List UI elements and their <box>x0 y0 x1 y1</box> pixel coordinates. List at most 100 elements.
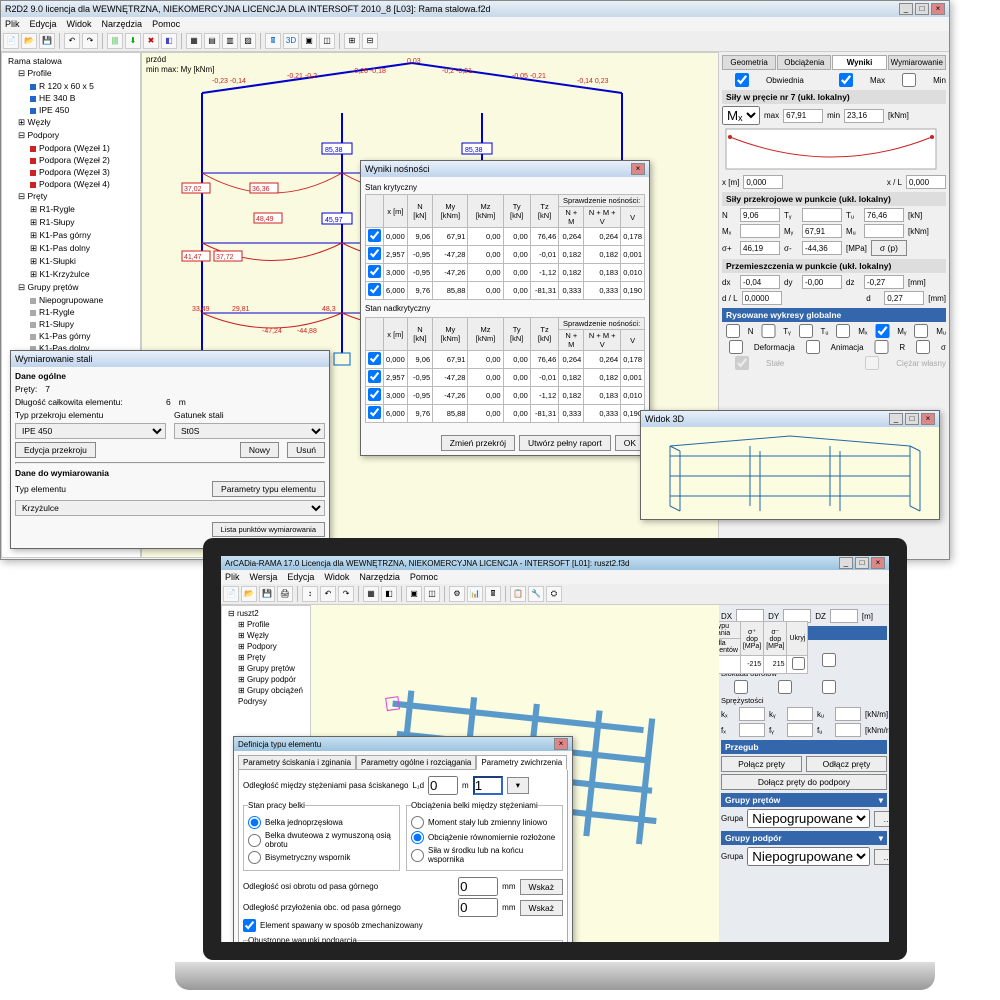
chk-sigma[interactable] <box>909 340 937 354</box>
t2-b7[interactable]: ◫ <box>424 586 440 602</box>
r-w1a[interactable] <box>362 954 375 961</box>
t2-5[interactable]: ⊞ Grupy prętów <box>224 663 308 674</box>
inp-fx[interactable] <box>739 723 765 737</box>
wyniki-close[interactable]: × <box>631 163 645 175</box>
menu-widok[interactable]: Widok <box>67 19 92 29</box>
chk-bpz[interactable] <box>809 653 849 667</box>
inp-dx[interactable] <box>740 275 780 289</box>
chk-def[interactable] <box>722 340 750 354</box>
tree-p1[interactable]: R 120 x 60 x 5 <box>4 80 138 92</box>
maximize-button[interactable]: □ <box>915 3 929 15</box>
chk-my[interactable] <box>872 324 894 338</box>
t2-save[interactable]: 💾 <box>259 586 275 602</box>
t2-b13[interactable]: ⛭ <box>546 586 562 602</box>
btn-zmien[interactable]: Zmień przekrój <box>441 435 515 451</box>
w3d-min[interactable]: _ <box>889 413 903 425</box>
t2-b3[interactable]: ↷ <box>338 586 354 602</box>
tree-gr3[interactable]: K1-Pas górny <box>4 330 138 342</box>
t2-b11[interactable]: 📋 <box>510 586 526 602</box>
btn-odlacz[interactable]: Odłącz pręty <box>806 756 887 772</box>
chk-spaw[interactable] <box>243 919 256 932</box>
sel-typ[interactable]: Krzyżulce <box>15 500 325 516</box>
m2-pomoc[interactable]: Pomoc <box>410 572 438 582</box>
inp-kz[interactable] <box>835 707 861 721</box>
inp-osi[interactable] <box>458 877 498 896</box>
tree-pr2[interactable]: ⊞ R1-Słupy <box>4 216 138 229</box>
tree-wezly[interactable]: ⊞ Węzły <box>4 116 138 129</box>
close-button[interactable]: × <box>931 3 945 15</box>
dt-tab1[interactable]: Parametry ściskania i zginania <box>238 755 356 770</box>
inp-d[interactable] <box>884 291 924 305</box>
inp-xm[interactable] <box>743 175 783 189</box>
r-ob2[interactable] <box>411 831 424 844</box>
t2-b10[interactable]: 🖩 <box>485 586 501 602</box>
tb-calc[interactable]: 🖩 <box>265 33 281 49</box>
a2-min[interactable]: _ <box>839 557 853 569</box>
t2-b5[interactable]: ◧ <box>381 586 397 602</box>
btn-raport[interactable]: Utwórz pełny raport <box>519 435 611 451</box>
tree-pod2[interactable]: Podpora (Węzeł 2) <box>4 154 138 166</box>
inp-sigp[interactable] <box>740 241 780 255</box>
t2-8[interactable]: Podrysy <box>224 696 308 707</box>
tree-podpory[interactable]: ⊟ Podpory <box>4 129 138 142</box>
sel-grupa2[interactable]: Niepogrupowane <box>747 847 870 866</box>
m2-widok[interactable]: Widok <box>324 572 349 582</box>
inp-kx[interactable] <box>739 707 765 721</box>
btn-nowy[interactable]: Nowy <box>240 442 279 458</box>
a2-max[interactable]: □ <box>855 557 869 569</box>
tab-wymiarowanie[interactable]: Wymiarowanie <box>888 55 946 70</box>
tb-b6[interactable]: ▤ <box>204 33 220 49</box>
t2-b4[interactable]: ▦ <box>363 586 379 602</box>
inp-mx2[interactable] <box>740 224 780 238</box>
inp-xl[interactable] <box>906 175 946 189</box>
chk-mz[interactable] <box>910 324 932 338</box>
tb-redo[interactable]: ↷ <box>82 33 98 49</box>
tb-save[interactable]: 💾 <box>39 33 55 49</box>
deftyp-close[interactable]: × <box>554 738 568 750</box>
grupy-ukryj[interactable] <box>792 657 805 670</box>
tree-p3[interactable]: IPE 450 <box>4 104 138 116</box>
dt-tab2[interactable]: Parametry ogólne i rozciągania <box>356 755 476 770</box>
dt-tab3[interactable]: Parametry zwichrzenia <box>476 755 567 770</box>
btn-param[interactable]: Parametry typu elementu <box>212 481 325 497</box>
t2-b9[interactable]: 📊 <box>467 586 483 602</box>
w3d-max[interactable]: □ <box>905 413 919 425</box>
tb-b1[interactable]: ||| <box>107 33 123 49</box>
menu-edycja[interactable]: Edycja <box>30 19 57 29</box>
chk-max[interactable] <box>826 73 866 87</box>
inp-n[interactable] <box>740 208 780 222</box>
tb-b12[interactable]: ◫ <box>319 33 335 49</box>
inp-dy[interactable] <box>802 275 842 289</box>
t2-3[interactable]: ⊞ Podpory <box>224 641 308 652</box>
menu-pomoc[interactable]: Pomoc <box>152 19 180 29</box>
t2-1[interactable]: ⊞ Profile <box>224 619 308 630</box>
chk-mx[interactable] <box>832 324 854 338</box>
inp-min[interactable] <box>844 109 884 123</box>
tree-root[interactable]: Rama stalowa <box>4 55 138 67</box>
t2-print[interactable]: 🖨 <box>277 586 293 602</box>
m2-plik[interactable]: Plik <box>225 572 240 582</box>
tree-pr1[interactable]: ⊞ R1-Rygle <box>4 203 138 216</box>
tree-pr3[interactable]: ⊞ K1-Pas górny <box>4 229 138 242</box>
inp-fz[interactable] <box>835 723 861 737</box>
m2-edycja[interactable]: Edycja <box>287 572 314 582</box>
tab-obciazenia[interactable]: Obciążenia <box>777 55 831 70</box>
tb-undo[interactable]: ↶ <box>64 33 80 49</box>
tb-b3[interactable]: ✖ <box>143 33 159 49</box>
btn-wskaz2[interactable]: Wskaż <box>520 900 564 916</box>
a2-close[interactable]: × <box>871 557 885 569</box>
btn-wskaz1[interactable]: Wskaż <box>520 879 564 895</box>
nav-btns[interactable]: ⟲ ◀ ▲ ▼ ▶ <box>578 948 619 957</box>
inp-l1d[interactable] <box>428 776 458 795</box>
tb-b7[interactable]: ▥ <box>222 33 238 49</box>
inp-fy[interactable] <box>787 723 813 737</box>
r-belka3[interactable] <box>248 851 261 864</box>
tree-pod4[interactable]: Podpora (Węzeł 4) <box>4 178 138 190</box>
chk-r[interactable] <box>868 340 896 354</box>
chk-boy[interactable] <box>765 680 805 694</box>
tree-profile[interactable]: ⊟ Profile <box>4 67 138 80</box>
tb-new[interactable]: 📄 <box>3 33 19 49</box>
sel-grupa1[interactable]: Niepogrupowane <box>747 809 870 828</box>
minimize-button[interactable]: _ <box>899 3 913 15</box>
sel-stal[interactable]: St0S <box>174 423 325 439</box>
